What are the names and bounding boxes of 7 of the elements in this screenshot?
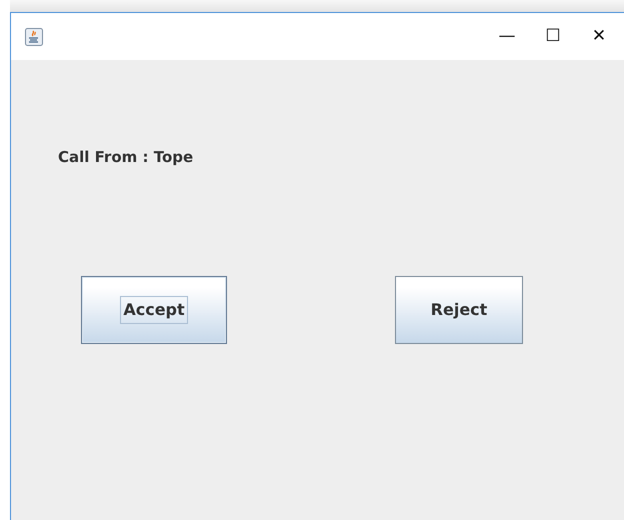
- accept-button[interactable]: Accept: [81, 276, 227, 344]
- reject-button[interactable]: Reject: [395, 276, 523, 344]
- caller-label: Call From : Tope: [58, 147, 194, 168]
- minimize-button[interactable]: —: [484, 14, 530, 60]
- maximize-button[interactable]: ☐: [530, 14, 576, 60]
- close-button[interactable]: ✕: [576, 14, 622, 60]
- app-icon: [25, 28, 43, 46]
